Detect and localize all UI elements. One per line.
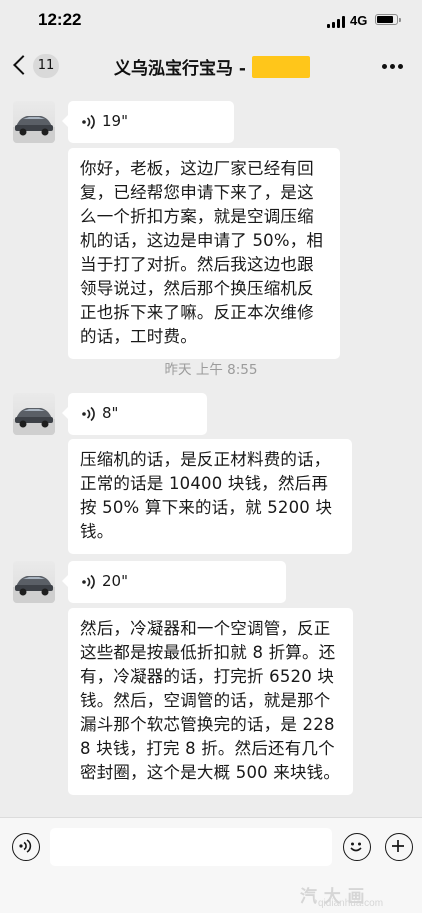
message-list[interactable]: 19" 你好，老板，这边厂家已经有回复，已经帮您申请下来了，是这么一个折扣方案，… [0,90,422,817]
transcription-text[interactable]: 然后，冷凝器和一个空调管，反正这些都是按最低折扣就 8 折算。还有，冷凝器的话，… [68,608,353,795]
voice-message[interactable]: 19" [62,101,234,143]
status-bar: 12:22 4G [0,0,422,44]
contact-avatar[interactable] [13,101,55,143]
message-timestamp: 昨天 上午 8:55 [164,362,258,378]
plus-icon[interactable] [385,833,413,861]
chat-screen: 12:22 4G 11 义乌泓宝行宝马 - 19" 你好，老板，这边厂家已经有回… [0,0,422,913]
voice-message[interactable]: 20" [62,561,286,603]
contact-avatar[interactable] [13,393,55,435]
voice-duration: 20" [102,572,128,590]
car-avatar-icon [13,116,55,143]
battery-icon [375,14,401,25]
signal-strength-icon [327,16,345,28]
contact-avatar[interactable] [13,561,55,603]
emoji-icon[interactable] [343,833,371,861]
voice-wave-icon [82,114,95,130]
voice-wave-icon [82,574,95,590]
unread-count-badge[interactable]: 11 [33,54,59,78]
voice-mode-icon[interactable] [12,833,40,861]
car-avatar-icon [13,408,55,435]
chat-title: 义乌泓宝行宝马 - [114,59,246,79]
voice-duration: 19" [102,112,128,130]
voice-wave-icon [82,406,95,422]
transcription-text[interactable]: 你好，老板，这边厂家已经有回复，已经帮您申请下来了，是这么一个折扣方案，就是空调… [68,148,340,359]
network-type: 4G [350,13,368,28]
title-redaction [252,56,310,78]
nav-bar: 11 义乌泓宝行宝马 - [0,44,422,90]
message-input[interactable] [50,828,332,866]
more-options-icon[interactable] [382,64,404,70]
status-time: 12:22 [38,10,82,29]
transcription-text[interactable]: 压缩机的话，是反正材料费的话，正常的话是 10400 块钱，然后再按 50% 算… [68,439,352,554]
car-avatar-icon [13,576,55,603]
watermark-url: qidianhua.com [318,898,384,909]
voice-message[interactable]: 8" [62,393,207,435]
back-arrow-icon[interactable] [13,55,33,75]
voice-duration: 8" [102,404,119,422]
